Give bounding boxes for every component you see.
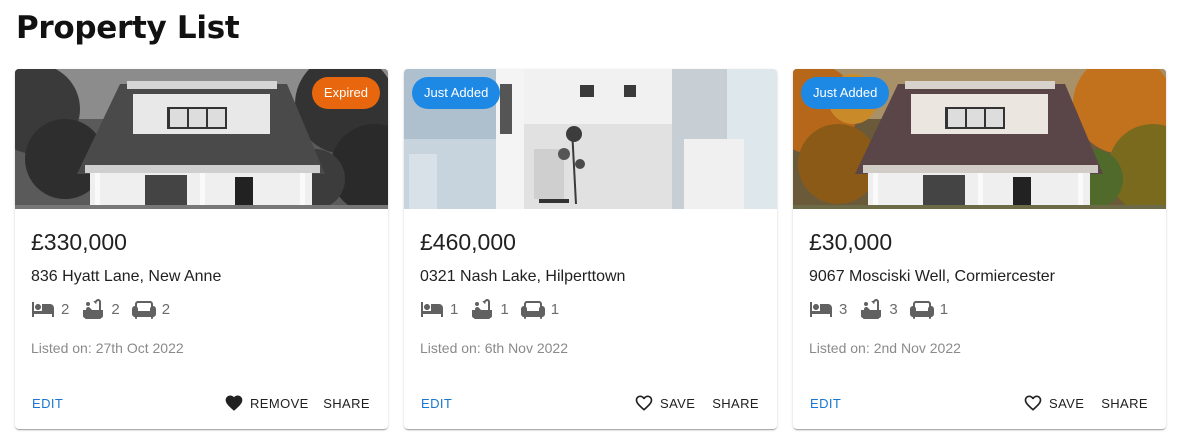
property-features: 3 3 1 — [809, 297, 960, 321]
edit-button[interactable]: EDIT — [421, 385, 452, 421]
bedrooms: 2 — [31, 297, 69, 321]
heart-outline-icon — [635, 395, 653, 411]
property-card: Just Added £460,000 0321 Nash Lake, Hilp… — [404, 69, 777, 429]
bathroom-count: 2 — [111, 300, 120, 318]
listed-date: Listed on: 2nd Nov 2022 — [809, 340, 961, 356]
sofa-icon — [520, 301, 545, 319]
bed-icon — [810, 302, 832, 317]
property-features: 1 1 1 — [420, 297, 571, 321]
listed-date: Listed on: 27th Oct 2022 — [31, 340, 184, 356]
bathrooms: 3 — [859, 297, 898, 321]
property-address: 9067 Mosciski Well, Cormiercester — [809, 268, 1055, 285]
share-button[interactable]: SHARE — [712, 385, 759, 421]
property-address: 0321 Nash Lake, Hilperttown — [420, 268, 626, 285]
property-features: 2 2 2 — [31, 297, 182, 321]
bathrooms: 2 — [81, 297, 120, 321]
save-button[interactable]: SAVE — [1023, 385, 1084, 421]
property-price: £330,000 — [31, 229, 127, 255]
property-price: £30,000 — [809, 229, 893, 255]
status-badge: Expired — [311, 77, 380, 109]
bed-icon — [421, 302, 443, 317]
listed-date-value: 27th Oct 2022 — [95, 340, 184, 356]
listed-label: Listed on: — [420, 340, 481, 356]
bed-icon — [32, 302, 54, 317]
save-label: SAVE — [1049, 395, 1085, 411]
edit-button[interactable]: EDIT — [810, 385, 841, 421]
property-grid: Expired £330,000 836 Hyatt Lane, New Ann… — [15, 69, 1166, 429]
listed-label: Listed on: — [31, 340, 92, 356]
bedroom-count: 2 — [61, 300, 70, 318]
listed-date-value: 2nd Nov 2022 — [873, 340, 961, 356]
bedroom-count: 3 — [839, 300, 848, 318]
property-address: 836 Hyatt Lane, New Anne — [31, 268, 222, 285]
bedroom-count: 1 — [450, 300, 459, 318]
property-card: Just Added £30,000 9067 Mosciski Well, C… — [793, 69, 1166, 429]
remove-label: REMOVE — [250, 395, 309, 411]
heart-filled-icon — [225, 395, 243, 411]
living-rooms: 2 — [131, 297, 171, 321]
bathtub-icon — [472, 299, 493, 319]
heart-outline-icon — [1024, 395, 1042, 411]
share-button[interactable]: SHARE — [1101, 385, 1148, 421]
living-room-count: 2 — [161, 300, 171, 318]
bathroom-count: 1 — [500, 300, 509, 318]
bedrooms: 1 — [420, 297, 458, 321]
sofa-icon — [909, 301, 934, 319]
sofa-icon — [131, 301, 156, 319]
card-actions: EDIT REMOVE SHARE — [15, 385, 388, 421]
card-actions: EDIT SAVE SHARE — [793, 385, 1166, 421]
status-badge: Just Added — [412, 77, 501, 109]
living-rooms: 1 — [909, 297, 949, 321]
living-room-count: 1 — [550, 300, 560, 318]
living-rooms: 1 — [520, 297, 560, 321]
listed-date-value: 6th Nov 2022 — [484, 340, 569, 356]
page-title: Property List — [16, 10, 240, 46]
card-actions: EDIT SAVE SHARE — [404, 385, 777, 421]
bathtub-icon — [83, 299, 104, 319]
bathrooms: 1 — [470, 297, 509, 321]
status-badge: Just Added — [801, 77, 890, 109]
property-price: £460,000 — [420, 229, 516, 255]
bathroom-count: 3 — [889, 300, 898, 318]
edit-button[interactable]: EDIT — [32, 385, 63, 421]
property-photo[interactable]: Expired — [15, 69, 388, 209]
remove-button[interactable]: REMOVE — [224, 385, 309, 421]
living-room-count: 1 — [939, 300, 949, 318]
bedrooms: 3 — [809, 297, 847, 321]
bathtub-icon — [861, 299, 882, 319]
property-card: Expired £330,000 836 Hyatt Lane, New Ann… — [15, 69, 388, 429]
share-button[interactable]: SHARE — [323, 385, 370, 421]
listed-date: Listed on: 6th Nov 2022 — [420, 340, 568, 356]
property-photo[interactable]: Just Added — [404, 69, 777, 209]
listed-label: Listed on: — [809, 340, 870, 356]
save-button[interactable]: SAVE — [634, 385, 695, 421]
save-label: SAVE — [660, 395, 696, 411]
property-photo[interactable]: Just Added — [793, 69, 1166, 209]
